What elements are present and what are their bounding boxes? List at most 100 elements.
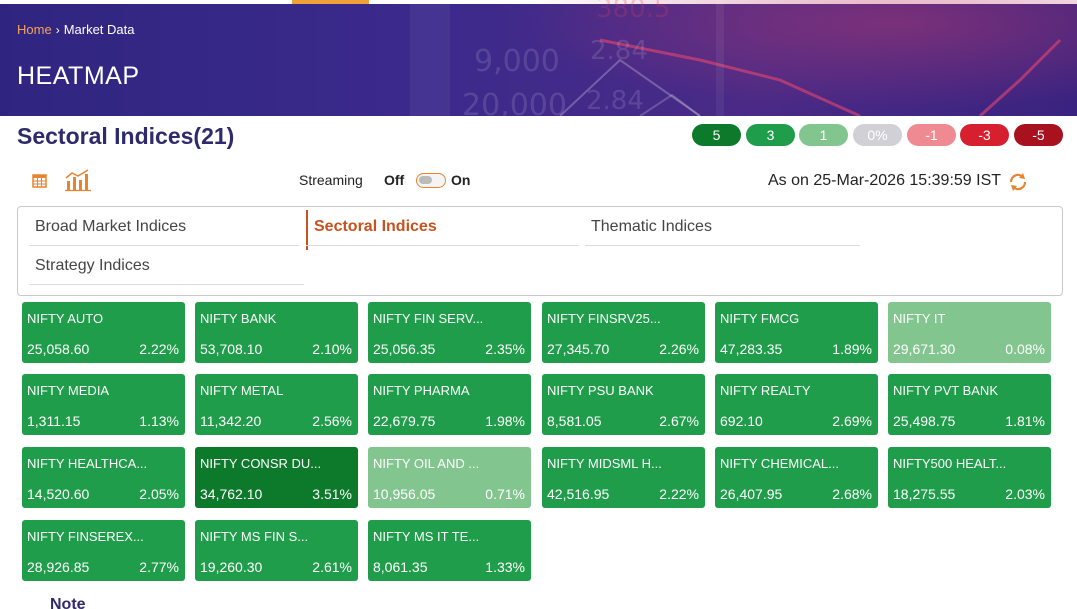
- streaming-label: Streaming: [299, 172, 363, 188]
- tab-sectoral-indices[interactable]: Sectoral Indices: [306, 210, 579, 250]
- heatmap-tile[interactable]: NIFTY AUTO 25,058.60 2.22%: [22, 302, 185, 363]
- tile-index-name: NIFTY MS IT TE...: [373, 529, 480, 544]
- tile-change-percent: 1.33%: [485, 559, 525, 575]
- tile-index-name: NIFTY METAL: [200, 383, 284, 398]
- tab-label: Sectoral Indices: [314, 218, 437, 235]
- legend-chip: -3: [960, 124, 1009, 146]
- tile-index-value: 18,275.55: [893, 486, 956, 502]
- hero-bg-number: 9,000: [474, 44, 560, 79]
- section-title: Sectoral Indices(21): [17, 123, 235, 149]
- tab-strategy-indices[interactable]: Strategy Indices: [29, 257, 304, 285]
- heatmap-tile[interactable]: NIFTY CONSR DU... 34,762.10 3.51%: [195, 447, 358, 508]
- tile-index-value: 25,056.35: [373, 341, 436, 357]
- legend-chip: -5: [1014, 124, 1063, 146]
- table-icon[interactable]: [31, 172, 49, 195]
- tile-index-name: NIFTY MIDSML H...: [547, 456, 662, 471]
- tile-index-name: NIFTY IT: [893, 311, 946, 326]
- legend-chip: -1: [907, 124, 956, 146]
- tile-change-percent: 1.81%: [1005, 413, 1045, 429]
- breadcrumb-separator: ›: [55, 23, 60, 37]
- toggle-knob: [419, 176, 432, 184]
- note-heading: Note: [50, 596, 86, 609]
- legend-chip: 1: [799, 124, 848, 146]
- tab-active-indicator: [306, 210, 308, 250]
- heatmap-tile[interactable]: NIFTY METAL 11,342.20 2.56%: [195, 374, 358, 435]
- breadcrumb-current[interactable]: Market Data: [64, 22, 135, 37]
- tile-change-percent: 2.10%: [312, 341, 352, 357]
- page-title: HEATMAP: [17, 62, 140, 90]
- heatmap-tile[interactable]: NIFTY IT 29,671.30 0.08%: [888, 302, 1051, 363]
- tile-change-percent: 2.61%: [312, 559, 352, 575]
- legend-chip: 5: [692, 124, 741, 146]
- tile-index-name: NIFTY FIN SERV...: [373, 311, 484, 326]
- tile-change-percent: 0.08%: [1005, 341, 1045, 357]
- tile-index-value: 14,520.60: [27, 486, 90, 502]
- tile-index-name: NIFTY MEDIA: [27, 383, 110, 398]
- tile-change-percent: 2.22%: [139, 341, 179, 357]
- tile-index-name: NIFTY FINSEREX...: [27, 529, 144, 544]
- heatmap-tile[interactable]: NIFTY FIN SERV... 25,056.35 2.35%: [368, 302, 531, 363]
- tab-label: Strategy Indices: [35, 257, 150, 274]
- tile-change-percent: 2.26%: [659, 341, 699, 357]
- heatmap-tile[interactable]: NIFTY FMCG 47,283.35 1.89%: [715, 302, 878, 363]
- tile-index-value: 29,671.30: [893, 341, 956, 357]
- tile-index-name: NIFTY FINSRV25...: [547, 311, 661, 326]
- heatmap-tile[interactable]: NIFTY500 HEALT... 18,275.55 2.03%: [888, 447, 1051, 508]
- breadcrumb-home-link[interactable]: Home: [17, 22, 52, 37]
- tile-index-value: 1,311.15: [27, 413, 81, 429]
- heatmap-tile[interactable]: NIFTY PHARMA 22,679.75 1.98%: [368, 374, 531, 435]
- heatmap-tile[interactable]: NIFTY REALTY 692.10 2.69%: [715, 374, 878, 435]
- tab-underline: [306, 245, 579, 246]
- heatmap-tile[interactable]: NIFTY FINSEREX... 28,926.85 2.77%: [22, 520, 185, 581]
- tile-index-value: 27,345.70: [547, 341, 610, 357]
- heatmap-tile[interactable]: NIFTY PSU BANK 8,581.05 2.67%: [542, 374, 705, 435]
- hero-banner: 9,000 20,000 2.84 2.84 380.5 Home › Market…: [0, 0, 1077, 116]
- tile-index-name: NIFTY PHARMA: [373, 383, 470, 398]
- tile-index-value: 28,926.85: [27, 559, 90, 575]
- tile-index-name: NIFTY PVT BANK: [893, 383, 998, 398]
- heatmap-tile[interactable]: NIFTY CHEMICAL... 26,407.95 2.68%: [715, 447, 878, 508]
- as-on-timestamp: As on 25-Mar-2026 15:39:59 IST: [768, 172, 1002, 189]
- tile-change-percent: 2.22%: [659, 486, 699, 502]
- tab-underline: [29, 284, 304, 285]
- tile-change-percent: 2.68%: [832, 486, 872, 502]
- tile-change-percent: 1.89%: [832, 341, 872, 357]
- tile-index-value: 47,283.35: [720, 341, 783, 357]
- streaming-off-label: Off: [384, 172, 405, 188]
- heatmap-tile[interactable]: NIFTY MS IT TE... 8,061.35 1.33%: [368, 520, 531, 581]
- streaming-toggle[interactable]: [416, 173, 446, 188]
- tile-change-percent: 2.05%: [139, 486, 179, 502]
- tab-label: Broad Market Indices: [35, 218, 187, 235]
- tile-index-name: NIFTY REALTY: [720, 383, 811, 398]
- heatmap-tile[interactable]: NIFTY BANK 53,708.10 2.10%: [195, 302, 358, 363]
- tile-change-percent: 2.67%: [659, 413, 699, 429]
- heatmap-tile[interactable]: NIFTY PVT BANK 25,498.75 1.81%: [888, 374, 1051, 435]
- tile-change-percent: 2.69%: [832, 413, 872, 429]
- heatmap-tile[interactable]: NIFTY MIDSML H... 42,516.95 2.22%: [542, 447, 705, 508]
- tab-underline: [585, 245, 860, 246]
- tile-index-name: NIFTY BANK: [200, 311, 277, 326]
- tile-change-percent: 0.71%: [485, 486, 525, 502]
- tile-change-percent: 1.13%: [139, 413, 179, 429]
- tab-underline: [29, 245, 299, 246]
- tile-change-percent: 1.98%: [485, 413, 525, 429]
- tile-index-value: 25,058.60: [27, 341, 90, 357]
- tile-index-name: NIFTY OIL AND ...: [373, 456, 480, 471]
- tile-change-percent: 3.51%: [312, 486, 352, 502]
- legend-chip: 3: [746, 124, 795, 146]
- tile-index-value: 19,260.30: [200, 559, 263, 575]
- hero-bg-number: 2.84: [586, 86, 644, 116]
- heatmap-tile[interactable]: NIFTY MEDIA 1,311.15 1.13%: [22, 374, 185, 435]
- refresh-icon[interactable]: [1007, 171, 1029, 198]
- heatmap-tile[interactable]: NIFTY FINSRV25... 27,345.70 2.26%: [542, 302, 705, 363]
- tile-index-name: NIFTY CHEMICAL...: [720, 456, 839, 471]
- tab-label: Thematic Indices: [591, 218, 712, 235]
- bar-chart-icon[interactable]: [64, 168, 92, 197]
- heatmap-tile[interactable]: NIFTY HEALTHCA... 14,520.60 2.05%: [22, 447, 185, 508]
- streaming-on-label: On: [451, 172, 471, 188]
- breadcrumb: Home › Market Data: [17, 22, 135, 37]
- heatmap-tile[interactable]: NIFTY MS FIN S... 19,260.30 2.61%: [195, 520, 358, 581]
- heatmap-tile[interactable]: NIFTY OIL AND ... 10,956.05 0.71%: [368, 447, 531, 508]
- tab-broad-market-indices[interactable]: Broad Market Indices: [29, 218, 299, 246]
- tab-thematic-indices[interactable]: Thematic Indices: [585, 218, 860, 246]
